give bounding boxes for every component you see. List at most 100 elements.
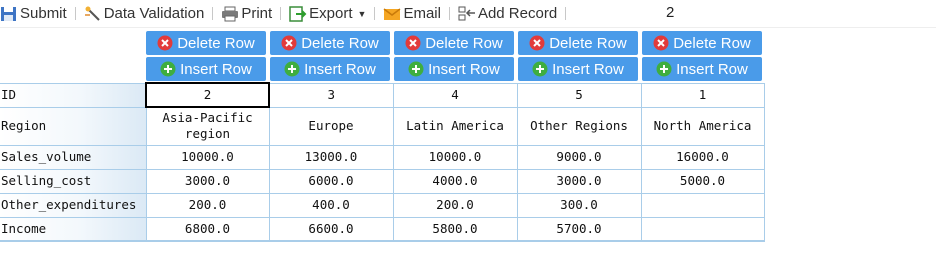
- table-cell[interactable]: 10000.0: [392, 144, 518, 170]
- delete-row-button[interactable]: Delete Row: [642, 31, 762, 55]
- data-validation-label: Data Validation: [103, 5, 205, 22]
- table-cell[interactable]: 5800.0: [392, 216, 518, 242]
- print-button[interactable]: Print: [221, 3, 272, 25]
- delete-row-label: Delete Row: [177, 34, 255, 52]
- table-cell[interactable]: 16000.0: [640, 144, 765, 170]
- envelope-icon: [383, 7, 401, 20]
- submit-button[interactable]: Submit: [0, 3, 67, 25]
- table-cell[interactable]: Asia-Pacific region: [145, 106, 270, 146]
- toolbar-divider: [212, 7, 214, 20]
- insert-row-button[interactable]: Insert Row: [518, 57, 638, 81]
- table-cell[interactable]: 5: [516, 82, 642, 108]
- insert-row-label: Insert Row: [676, 60, 748, 78]
- table-cell[interactable]: 3000.0: [145, 168, 270, 194]
- table-row: Other_expenditures 200.0 400.0 200.0 300.0: [0, 192, 765, 218]
- row-header: Income: [0, 216, 147, 242]
- red-x-circle-icon: [653, 35, 669, 51]
- table-cell[interactable]: 10000.0: [145, 144, 270, 170]
- wand-icon: [84, 6, 100, 21]
- delete-row-button[interactable]: Delete Row: [270, 31, 390, 55]
- delete-row-buttons: Delete Row Delete Row Delete Row Delete Row…: [146, 31, 765, 55]
- toolbar-divider: [280, 7, 282, 20]
- green-plus-circle-icon: [408, 61, 424, 77]
- delete-row-button[interactable]: Delete Row: [518, 31, 638, 55]
- red-x-circle-icon: [405, 35, 421, 51]
- export-icon: [289, 5, 307, 22]
- green-plus-circle-icon: [284, 61, 300, 77]
- red-x-circle-icon: [529, 35, 545, 51]
- insert-row-button[interactable]: Insert Row: [146, 57, 266, 81]
- table-cell[interactable]: 300.0: [516, 192, 642, 218]
- table-cell[interactable]: 1: [640, 82, 765, 108]
- export-button[interactable]: Export ▼: [289, 3, 366, 25]
- insert-row-button[interactable]: Insert Row: [270, 57, 390, 81]
- red-x-circle-icon: [281, 35, 297, 51]
- row-header: Region: [0, 106, 147, 146]
- floppy-disk-icon: [1, 6, 16, 21]
- add-record-button[interactable]: Add Record: [458, 3, 557, 25]
- toolbar-divider: [448, 7, 450, 20]
- table-cell[interactable]: 6800.0: [145, 216, 270, 242]
- insert-row-buttons: Insert Row Insert Row Insert Row Insert Row…: [146, 57, 765, 81]
- table-cell[interactable]: Other Regions: [516, 106, 642, 146]
- insert-row-button[interactable]: Insert Row: [642, 57, 762, 81]
- print-label: Print: [241, 5, 273, 22]
- table-cell[interactable]: 200.0: [392, 192, 518, 218]
- green-plus-circle-icon: [656, 61, 672, 77]
- email-button[interactable]: Email: [383, 3, 441, 25]
- toolbar-divider: [374, 7, 376, 20]
- table-cell[interactable]: 3000.0: [516, 168, 642, 194]
- insert-row-label: Insert Row: [428, 60, 500, 78]
- table-row: Selling_cost 3000.0 6000.0 4000.0 3000.0 5000…: [0, 168, 765, 194]
- table-cell[interactable]: [640, 192, 765, 218]
- red-x-circle-icon: [157, 35, 173, 51]
- toolbar: Submit Data Validation Print Export ▼ Em…: [0, 0, 936, 28]
- table-row: Sales_volume 10000.0 13000.0 10000.0 9000.0 1…: [0, 144, 765, 170]
- table-cell[interactable]: Europe: [268, 106, 394, 146]
- chevron-down-icon: ▼: [357, 8, 367, 19]
- insert-row-label: Insert Row: [180, 60, 252, 78]
- table-cell[interactable]: 9000.0: [516, 144, 642, 170]
- submit-label: Submit: [20, 5, 67, 22]
- email-label: Email: [403, 5, 441, 22]
- add-record-icon: [458, 6, 475, 20]
- table-cell[interactable]: 4000.0: [392, 168, 518, 194]
- table-cell[interactable]: [640, 216, 765, 242]
- delete-row-label: Delete Row: [301, 34, 379, 52]
- table-cell[interactable]: North America: [640, 106, 765, 146]
- selected-cell[interactable]: 2: [145, 82, 270, 108]
- insert-row-label: Insert Row: [552, 60, 624, 78]
- insert-row-button[interactable]: Insert Row: [394, 57, 514, 81]
- table-row: Income 6800.0 6600.0 5800.0 5700.0: [0, 216, 765, 242]
- toolbar-divider: [74, 7, 76, 20]
- delete-row-button[interactable]: Delete Row: [394, 31, 514, 55]
- printer-icon: [222, 6, 239, 21]
- table-cell[interactable]: 5700.0: [516, 216, 642, 242]
- table-cell[interactable]: 400.0: [268, 192, 394, 218]
- table-cell[interactable]: 3: [268, 82, 394, 108]
- toolbar-divider: [565, 7, 567, 20]
- data-validation-button[interactable]: Data Validation: [84, 3, 205, 25]
- table-cell[interactable]: 200.0: [145, 192, 270, 218]
- export-label: Export: [309, 5, 353, 22]
- table-row: ID 2 3 4 5 1: [0, 82, 765, 108]
- delete-row-button[interactable]: Delete Row: [146, 31, 266, 55]
- table-cell[interactable]: 6000.0: [268, 168, 394, 194]
- insert-row-label: Insert Row: [304, 60, 376, 78]
- table-cell[interactable]: Latin America: [392, 106, 518, 146]
- delete-row-label: Delete Row: [549, 34, 627, 52]
- table-cell[interactable]: 6600.0: [268, 216, 394, 242]
- table-cell[interactable]: 5000.0: [640, 168, 765, 194]
- green-plus-circle-icon: [532, 61, 548, 77]
- row-header: Sales_volume: [0, 144, 147, 170]
- green-plus-circle-icon: [160, 61, 176, 77]
- delete-row-label: Delete Row: [673, 34, 751, 52]
- row-header: Other_expenditures: [0, 192, 147, 218]
- data-grid: ID 2 3 4 5 1 Region Asia-Pacific region Europe La…: [0, 82, 765, 242]
- row-header: ID: [0, 82, 147, 108]
- table-cell[interactable]: 13000.0: [268, 144, 394, 170]
- delete-row-label: Delete Row: [425, 34, 503, 52]
- table-row: Region Asia-Pacific region Europe Latin Ame…: [0, 106, 765, 146]
- table-cell[interactable]: 4: [392, 82, 518, 108]
- page-number: 2: [666, 4, 675, 21]
